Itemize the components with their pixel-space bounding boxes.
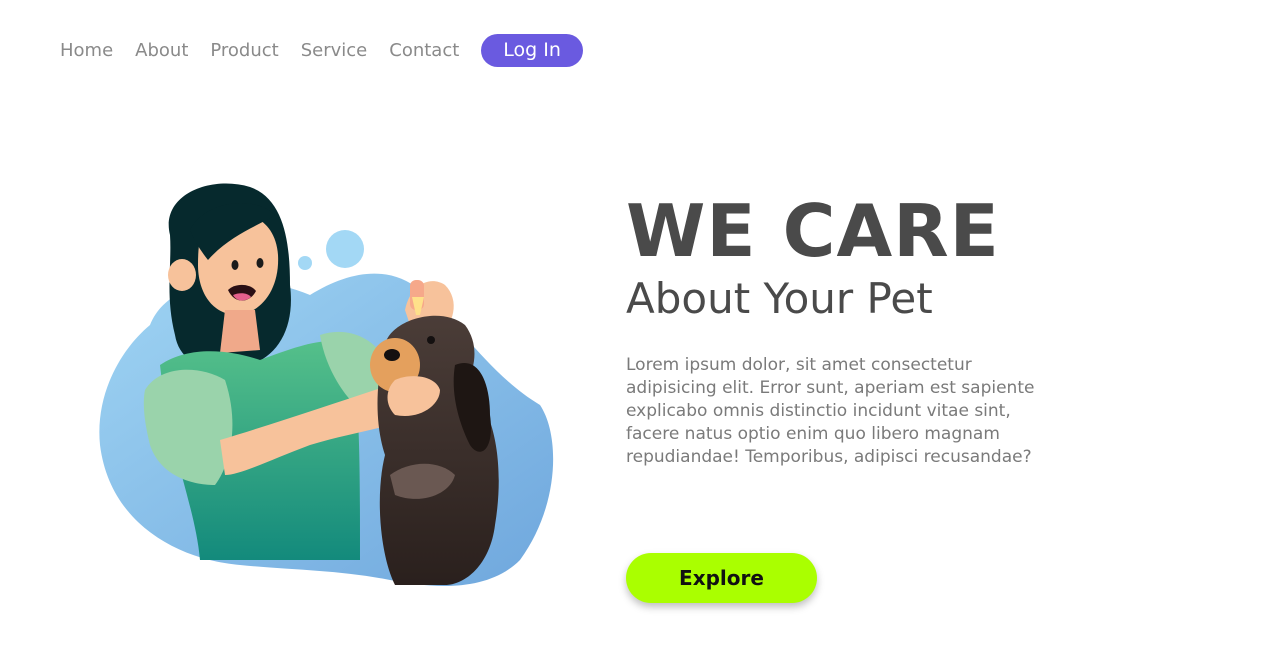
hero-section: WE CARE About Your Pet Lorem ipsum dolor… xyxy=(626,190,1066,469)
explore-button[interactable]: Explore xyxy=(626,553,817,603)
dog-nose-icon xyxy=(384,349,400,361)
nav-link-about[interactable]: About xyxy=(135,34,188,67)
eye-right-icon xyxy=(256,258,264,268)
bubble-small xyxy=(298,256,312,270)
neck-icon xyxy=(220,310,260,353)
hero-title: WE CARE xyxy=(626,189,1000,273)
login-button[interactable]: Log In xyxy=(481,34,583,67)
bubble-large xyxy=(326,230,364,268)
main-nav: Home About Product Service Contact Log I… xyxy=(60,34,605,67)
nav-link-product[interactable]: Product xyxy=(210,34,278,67)
ear-icon xyxy=(168,259,196,291)
landing-page: Home About Product Service Contact Log I… xyxy=(0,0,1274,654)
nav-link-home[interactable]: Home xyxy=(60,34,113,67)
hero-illustration xyxy=(90,175,570,595)
eye-left-icon xyxy=(231,260,239,270)
hero-subtitle: About Your Pet xyxy=(626,274,933,323)
nav-link-service[interactable]: Service xyxy=(301,34,368,67)
hero-description: Lorem ipsum dolor, sit amet consectetur … xyxy=(626,355,1035,467)
woman-dog-illustration xyxy=(99,183,554,586)
dog-eye-icon xyxy=(427,336,435,344)
nav-link-contact[interactable]: Contact xyxy=(389,34,459,67)
